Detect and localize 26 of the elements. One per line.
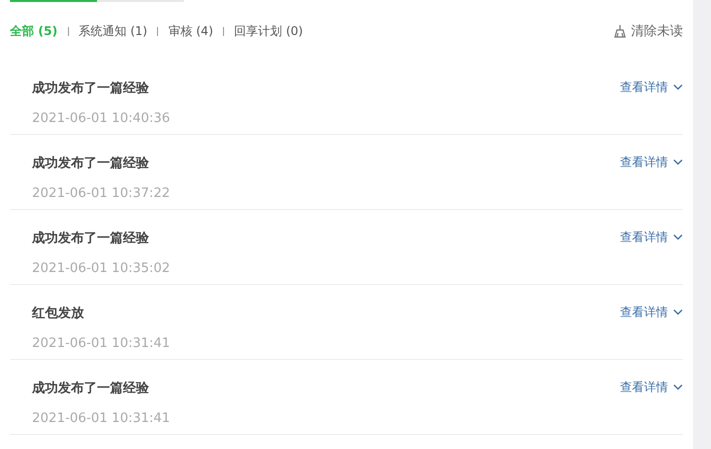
message-time: 2021-06-01 10:37:22 — [32, 186, 172, 201]
tab-indicator[interactable] — [10, 0, 97, 2]
chevron-down-icon — [673, 84, 683, 90]
message-time: 2021-06-01 10:35:02 — [32, 261, 172, 276]
clear-unread-link[interactable]: 清除未读 — [631, 22, 683, 40]
view-details-link[interactable]: 查看详情 — [620, 303, 683, 321]
filter-tab[interactable]: 审核 (4) — [168, 22, 214, 40]
message-time: 2021-06-01 10:31:41 — [32, 336, 172, 351]
filter-tab[interactable]: 回享计划 (0) — [234, 22, 303, 40]
message-title: 红包发放 — [32, 305, 85, 322]
message-title: 成功发布了一篇经验 — [32, 230, 150, 247]
chevron-down-icon — [673, 384, 683, 390]
message-title: 成功发布了一篇经验 — [32, 80, 150, 97]
message-time: 2021-06-01 10:31:41 — [32, 411, 172, 426]
view-details-link[interactable]: 查看详情 — [620, 78, 683, 96]
message-title: 成功发布了一篇经验 — [32, 155, 150, 172]
filter-tab[interactable]: 系统通知 (1) — [78, 22, 148, 40]
view-details-link[interactable]: 查看详情 — [620, 228, 683, 246]
view-details-link[interactable]: 查看详情 — [620, 378, 683, 396]
broom-icon — [613, 24, 627, 38]
chevron-down-icon — [673, 234, 683, 240]
chevron-down-icon — [673, 308, 683, 316]
message-time: 2021-06-01 10:40:36 — [32, 111, 172, 126]
view-details-link[interactable]: 查看详情 — [620, 153, 683, 171]
chevron-down-icon — [673, 158, 683, 166]
message-title: 成功发布了一篇经验 — [32, 380, 150, 397]
